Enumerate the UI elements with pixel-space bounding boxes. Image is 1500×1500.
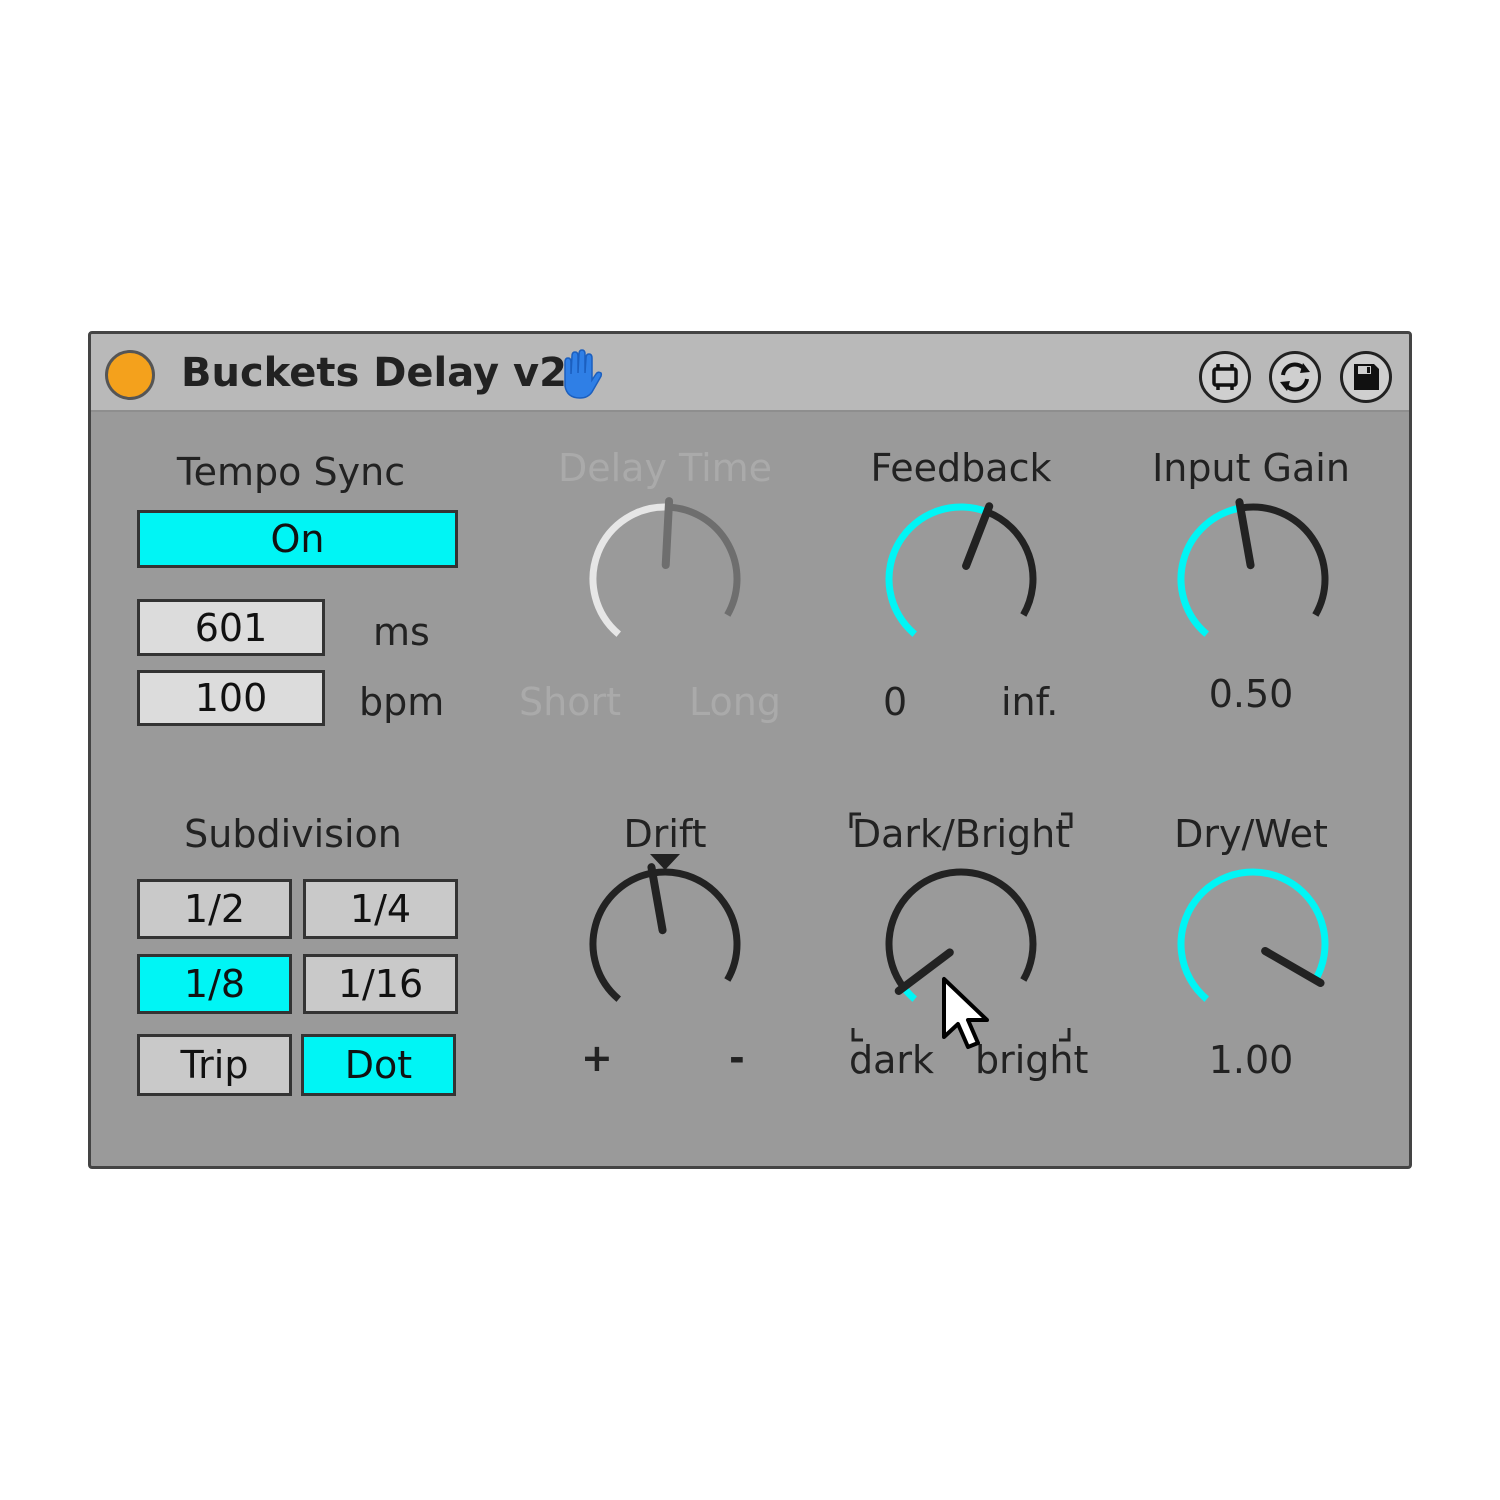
dotted-button[interactable]: Dot [301,1034,456,1096]
drift-label: Drift [623,812,707,856]
input-gain-fill [1177,504,1242,637]
subdivision-button-half[interactable]: 1/2 [137,879,292,939]
dry-wet-label: Dry/Wet [1174,812,1328,856]
delay-time-track [668,503,741,617]
bpm-unit-label: bpm [359,680,445,724]
dry-wet-knob[interactable] [1163,854,1343,1034]
feedback-max-label: inf. [1001,680,1059,724]
ms-number-box[interactable]: 601 [137,599,325,656]
dark-bright-track [885,868,1037,990]
title-bar: Buckets Delay v2 [91,334,1409,412]
feedback-label: Feedback [870,446,1052,490]
feedback-track [985,508,1037,617]
device-title: Buckets Delay v2 [181,350,567,396]
subdivision-button-sixteenth[interactable]: 1/16 [303,954,458,1014]
subdivision-button-quarter[interactable]: 1/4 [303,879,458,939]
feedback-min-label: 0 [883,680,908,724]
feedback-knob[interactable] [871,489,1051,669]
drift-plus-label: + [581,1036,613,1080]
save-button[interactable] [1340,351,1392,403]
save-icon [1354,364,1379,390]
ms-unit-label: ms [373,610,430,654]
triplet-button[interactable]: Trip [137,1034,292,1096]
bpm-number-box[interactable]: 100 [137,670,325,726]
subdivision-button-eighth[interactable]: 1/8 [137,954,292,1014]
freeze-button[interactable] [1199,351,1251,403]
dark-bright-min-label: dark [849,1038,935,1082]
dry-wet-needle [1261,947,1325,987]
feedback-needle [962,502,994,570]
input-gain-label: Input Gain [1152,446,1350,490]
drift-knob[interactable] [575,854,755,1034]
delay-time-min-label: Short [519,680,621,724]
dry-wet-fill [1177,868,1329,1002]
delay-time-needle [661,497,674,570]
input-gain-needle [1235,498,1255,570]
dry-wet-value: 1.00 [1208,1038,1294,1082]
tempo-sync-label: Tempo Sync [176,450,406,494]
hot-swap-button[interactable] [1269,351,1321,403]
drift-track-left [589,869,654,1002]
input-gain-value: 0.50 [1208,672,1294,716]
mouse-pointer-icon [942,977,989,1049]
device-panel: Buckets Delay v2 Tempo Sync On 601 ms 10… [88,331,1412,1169]
hot-swap-icon [1280,362,1310,392]
subdivision-label: Subdivision [184,812,402,856]
delay-time-label: Delay Time [557,446,773,490]
power-indicator[interactable] [105,350,155,400]
freeze-icon [1212,364,1238,390]
drift-minus-label: - [729,1036,745,1080]
delay-time-fill [589,503,669,637]
bracket-marks [849,812,1073,828]
delay-time-max-label: Long [689,680,781,724]
hand-icon [564,349,603,399]
feedback-fill [885,503,989,637]
drift-needle [647,863,667,935]
delay-time-knob[interactable] [575,489,755,669]
input-gain-knob[interactable] [1163,489,1343,669]
tempo-sync-toggle[interactable]: On [137,510,458,568]
